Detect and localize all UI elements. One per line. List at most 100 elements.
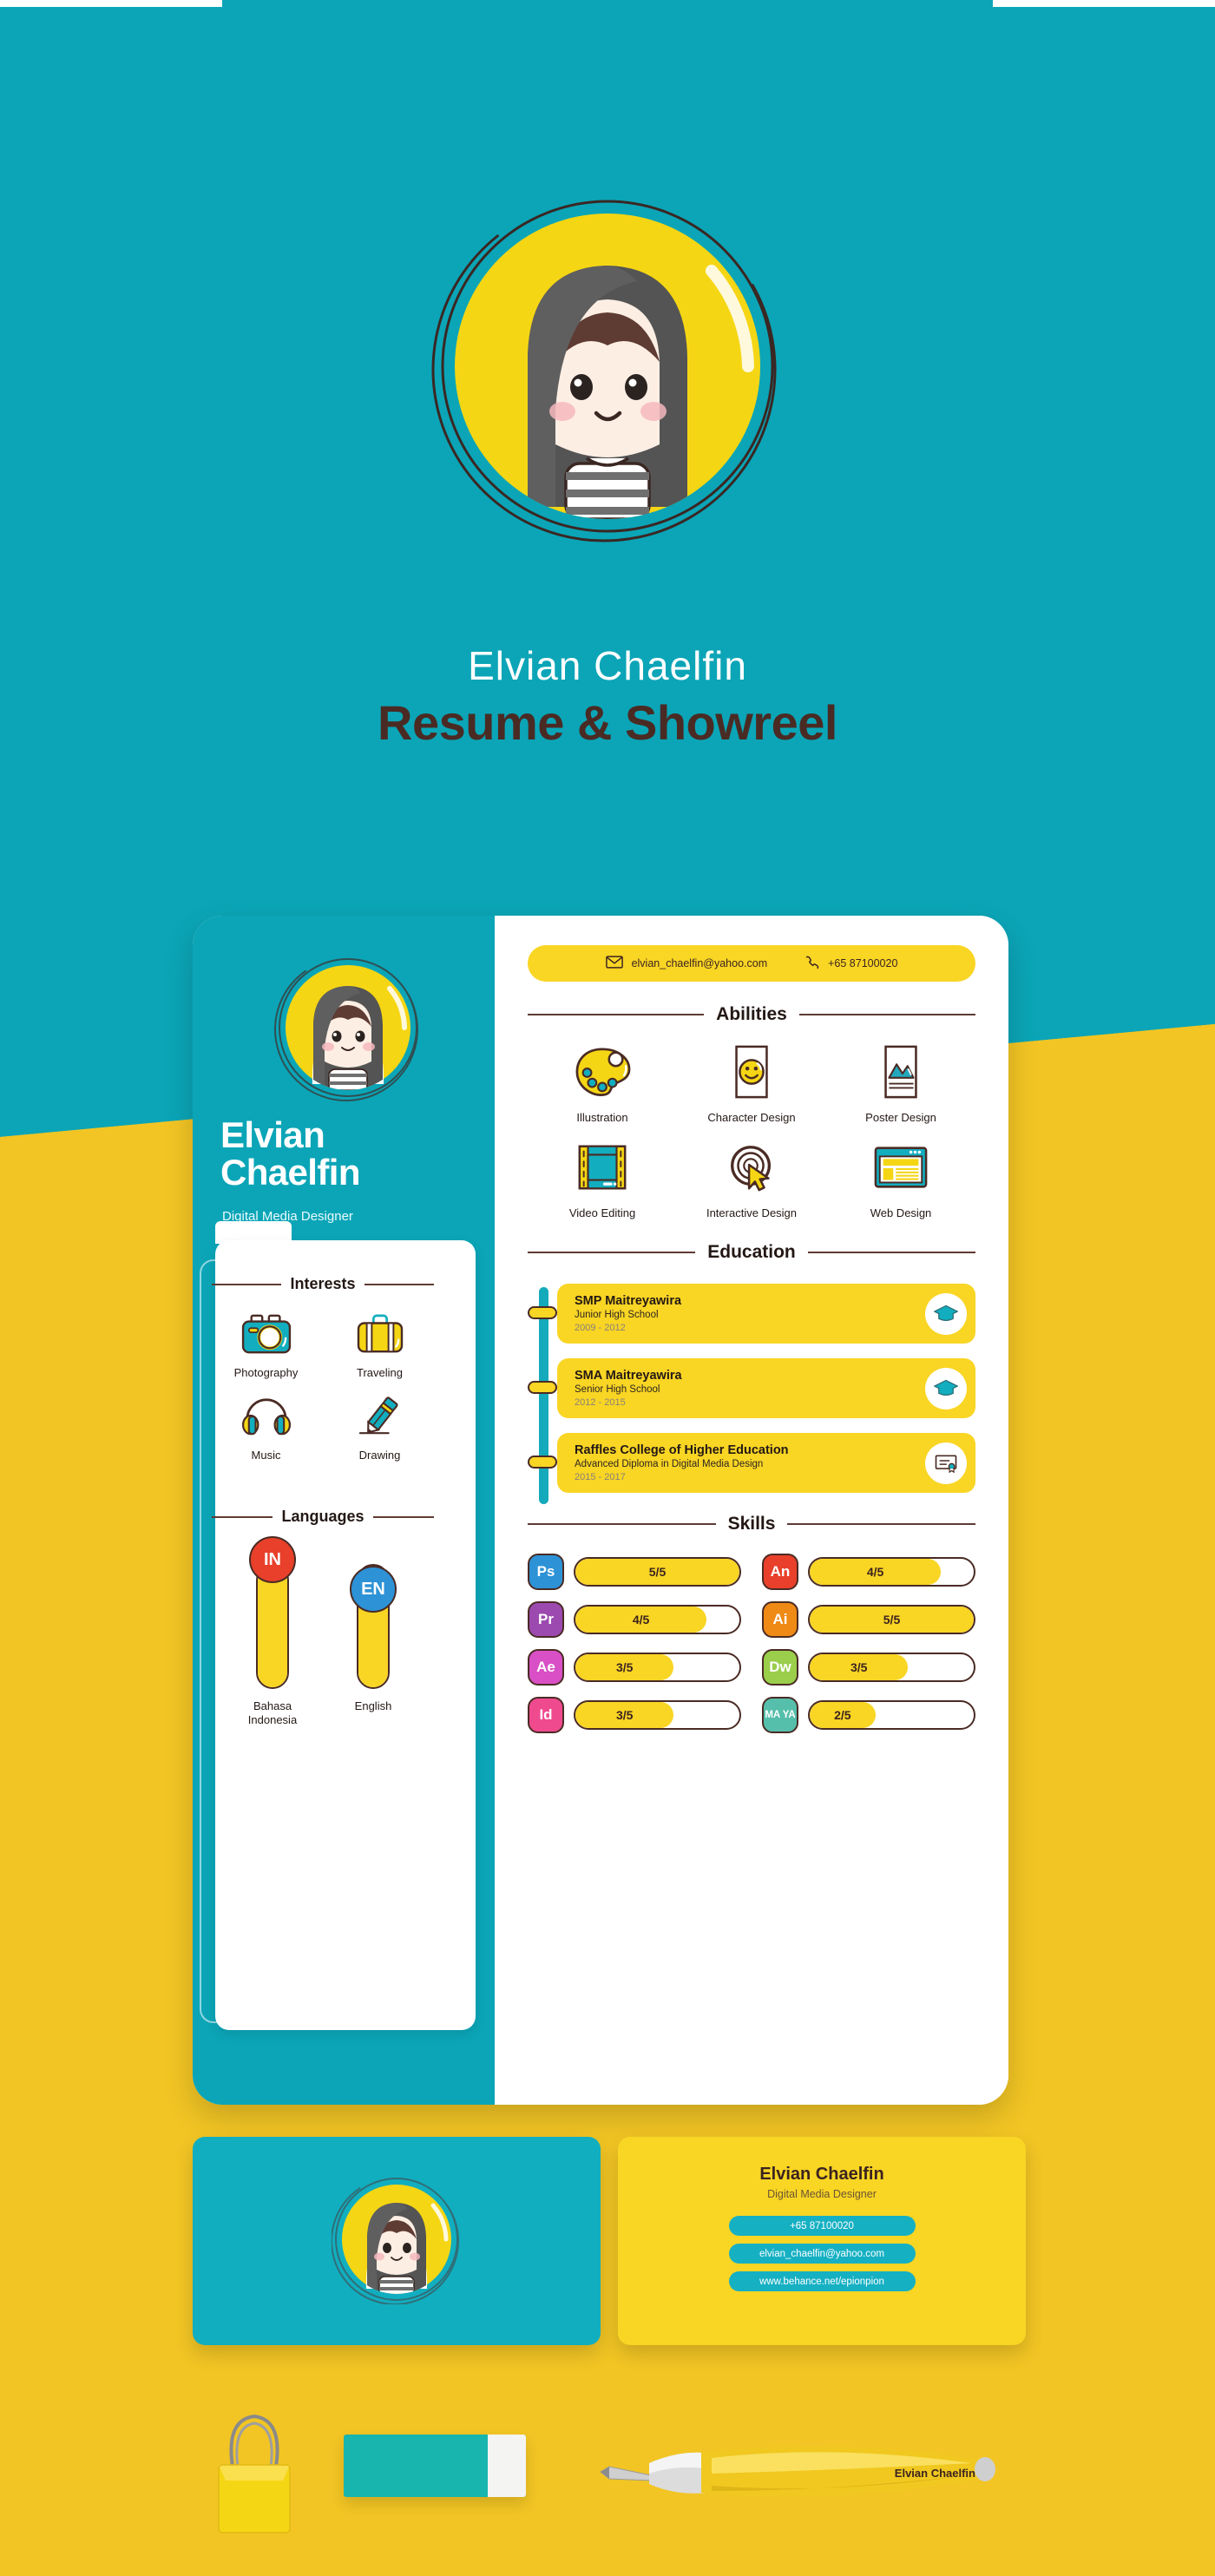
abilities-heading-label: Abilities xyxy=(716,1004,787,1024)
skill-value: 4/5 xyxy=(632,1613,650,1626)
resume-card: Elvian Chaelfin Digital Media Designer I… xyxy=(193,916,1008,2105)
education-heading-label: Education xyxy=(707,1242,796,1262)
ability-item-illustration[interactable]: Illustration xyxy=(528,1044,677,1124)
interest-label: Photography xyxy=(233,1366,299,1379)
skill-item-an: An 4/5 xyxy=(762,1554,975,1590)
heading-rule-right xyxy=(807,1252,976,1253)
heading-rule-left xyxy=(212,1515,273,1518)
contact-email-text: elvian_chaelfin@yahoo.com xyxy=(631,957,768,969)
languages-heading: Languages xyxy=(212,1508,434,1526)
education-pill: SMA Maitreyawira Senior High School 2012… xyxy=(557,1358,975,1418)
skill-value: 2/5 xyxy=(834,1708,851,1722)
skill-bar: 3/5 xyxy=(574,1653,741,1682)
education-detail: Senior High School xyxy=(575,1384,660,1395)
cursor-click-icon xyxy=(720,1146,783,1199)
girl-avatar-icon xyxy=(425,184,790,549)
palette-icon xyxy=(571,1048,634,1103)
language-badge: IN xyxy=(249,1536,296,1583)
girl-avatar-icon xyxy=(274,954,422,1101)
languages-section: Languages IN Bahasa Indonesia EN English xyxy=(193,1508,453,1728)
skill-item-dw: Dw 3/5 xyxy=(762,1649,975,1686)
skill-bar: 2/5 xyxy=(808,1700,975,1730)
education-school: SMP Maitreyawira xyxy=(575,1294,682,1308)
sidebar-name-last: Chaelfin xyxy=(220,1151,360,1193)
skill-item-id: Id 3/5 xyxy=(528,1697,741,1733)
phone-icon xyxy=(804,955,819,973)
heading-rule-left xyxy=(528,1252,696,1253)
languages-list: IN Bahasa Indonesia EN English xyxy=(212,1536,434,1728)
abilities-section: Abilities Illustration Character Design … xyxy=(528,1004,975,1219)
smiley-page-icon xyxy=(720,1045,783,1103)
skill-item-maya: MA YA 2/5 xyxy=(762,1697,975,1733)
heading-rule-left xyxy=(212,1283,282,1285)
ability-item-character-design[interactable]: Character Design xyxy=(677,1044,826,1124)
education-school: SMA Maitreyawira xyxy=(575,1369,682,1383)
education-school: Raffles College of Higher Education xyxy=(575,1443,789,1457)
contact-email[interactable]: elvian_chaelfin@yahoo.com xyxy=(605,956,768,971)
education-heading: Education xyxy=(528,1242,976,1263)
language-item-en: EN English xyxy=(348,1552,398,1728)
business-card-email[interactable]: elvian_chaelfin@yahoo.com xyxy=(728,2244,916,2264)
ability-label: Illustration xyxy=(576,1111,628,1124)
ability-item-video-editing[interactable]: Video Editing xyxy=(528,1140,677,1219)
resume-sidebar: Elvian Chaelfin Digital Media Designer I… xyxy=(193,916,495,2105)
interest-item-drawing[interactable]: Drawing xyxy=(325,1395,434,1462)
interest-item-music[interactable]: Music xyxy=(212,1395,320,1462)
heading-rule-left xyxy=(528,1014,705,1015)
ability-label: Video Editing xyxy=(568,1206,636,1219)
interests-heading-label: Interests xyxy=(290,1275,356,1292)
resume-main: elvian_chaelfin@yahoo.com +65 87100020 A… xyxy=(495,916,1008,2105)
education-pill: Raffles College of Higher Education Adva… xyxy=(557,1433,975,1493)
education-years: 2012 - 2015 xyxy=(575,1397,626,1408)
pen-engraved-text: Elvian Chaelfin xyxy=(894,2467,975,2480)
skill-chip: Ps xyxy=(528,1554,564,1590)
eraser-cap xyxy=(488,2435,526,2497)
skill-value: 4/5 xyxy=(866,1565,884,1579)
skill-chip: Ae xyxy=(528,1649,564,1686)
suitcase-icon xyxy=(353,1314,407,1359)
interest-item-traveling[interactable]: Traveling xyxy=(325,1312,434,1379)
languages-heading-label: Languages xyxy=(281,1508,364,1525)
skills-grid: Ps 5/5 An 4/5 Pr 4/5 Ai 5/5 Ae 3/5 Dw 3/… xyxy=(528,1554,975,1733)
timeline-node xyxy=(528,1381,557,1394)
skill-item-ai: Ai 5/5 xyxy=(762,1601,975,1638)
sidebar-name: Elvian Chaelfin xyxy=(220,1116,489,1193)
contact-phone-text: +65 87100020 xyxy=(828,957,898,969)
skill-value: 3/5 xyxy=(615,1660,634,1674)
heading-rule-right xyxy=(787,1523,975,1525)
browser-window-icon xyxy=(870,1147,932,1199)
pen-icon: Elvian Chaelfin xyxy=(547,2430,1015,2526)
interests-section: Interests Photography Traveling Music Dr… xyxy=(193,1275,453,1462)
film-strip-icon xyxy=(571,1145,634,1199)
contact-bar: elvian_chaelfin@yahoo.com +65 87100020 xyxy=(528,945,975,982)
skill-value: 3/5 xyxy=(615,1708,634,1722)
education-pill: SMP Maitreyawira Junior High School 2009… xyxy=(557,1284,975,1344)
education-section: Education SMP Maitreyawira Junior High S… xyxy=(528,1242,976,1504)
language-badge: EN xyxy=(350,1566,397,1613)
education-item[interactable]: SMP Maitreyawira Junior High School 2009… xyxy=(528,1284,975,1344)
hero-title: Resume & Showreel xyxy=(378,695,837,750)
interest-item-photography[interactable]: Photography xyxy=(212,1312,320,1379)
business-card-website[interactable]: www.behance.net/epionpion xyxy=(728,2271,916,2291)
education-item[interactable]: Raffles College of Higher Education Adva… xyxy=(528,1433,975,1493)
business-card-role: Digital Media Designer xyxy=(767,2188,877,2200)
skill-value: 5/5 xyxy=(648,1565,667,1579)
heading-rule-right xyxy=(364,1283,435,1285)
pencil-icon xyxy=(353,1396,407,1442)
ability-item-interactive-design[interactable]: Interactive Design xyxy=(677,1140,826,1219)
skill-item-pr: Pr 4/5 xyxy=(528,1601,741,1638)
business-card-phone[interactable]: +65 87100020 xyxy=(728,2216,916,2236)
ability-label: Poster Design xyxy=(865,1111,936,1124)
ability-item-poster-design[interactable]: Poster Design xyxy=(826,1044,975,1124)
poster-icon xyxy=(870,1045,932,1103)
skill-value: 3/5 xyxy=(850,1660,868,1674)
education-item[interactable]: SMA Maitreyawira Senior High School 2012… xyxy=(528,1358,975,1418)
skill-chip: MA YA xyxy=(762,1697,798,1733)
envelope-icon xyxy=(605,956,623,971)
skill-bar: 3/5 xyxy=(808,1653,975,1682)
skill-chip: Pr xyxy=(528,1601,564,1638)
contact-phone[interactable]: +65 87100020 xyxy=(804,955,897,973)
education-detail: Advanced Diploma in Digital Media Design xyxy=(575,1459,764,1469)
interests-grid: Photography Traveling Music Drawing xyxy=(212,1312,434,1462)
ability-item-web-design[interactable]: Web Design xyxy=(826,1140,975,1219)
